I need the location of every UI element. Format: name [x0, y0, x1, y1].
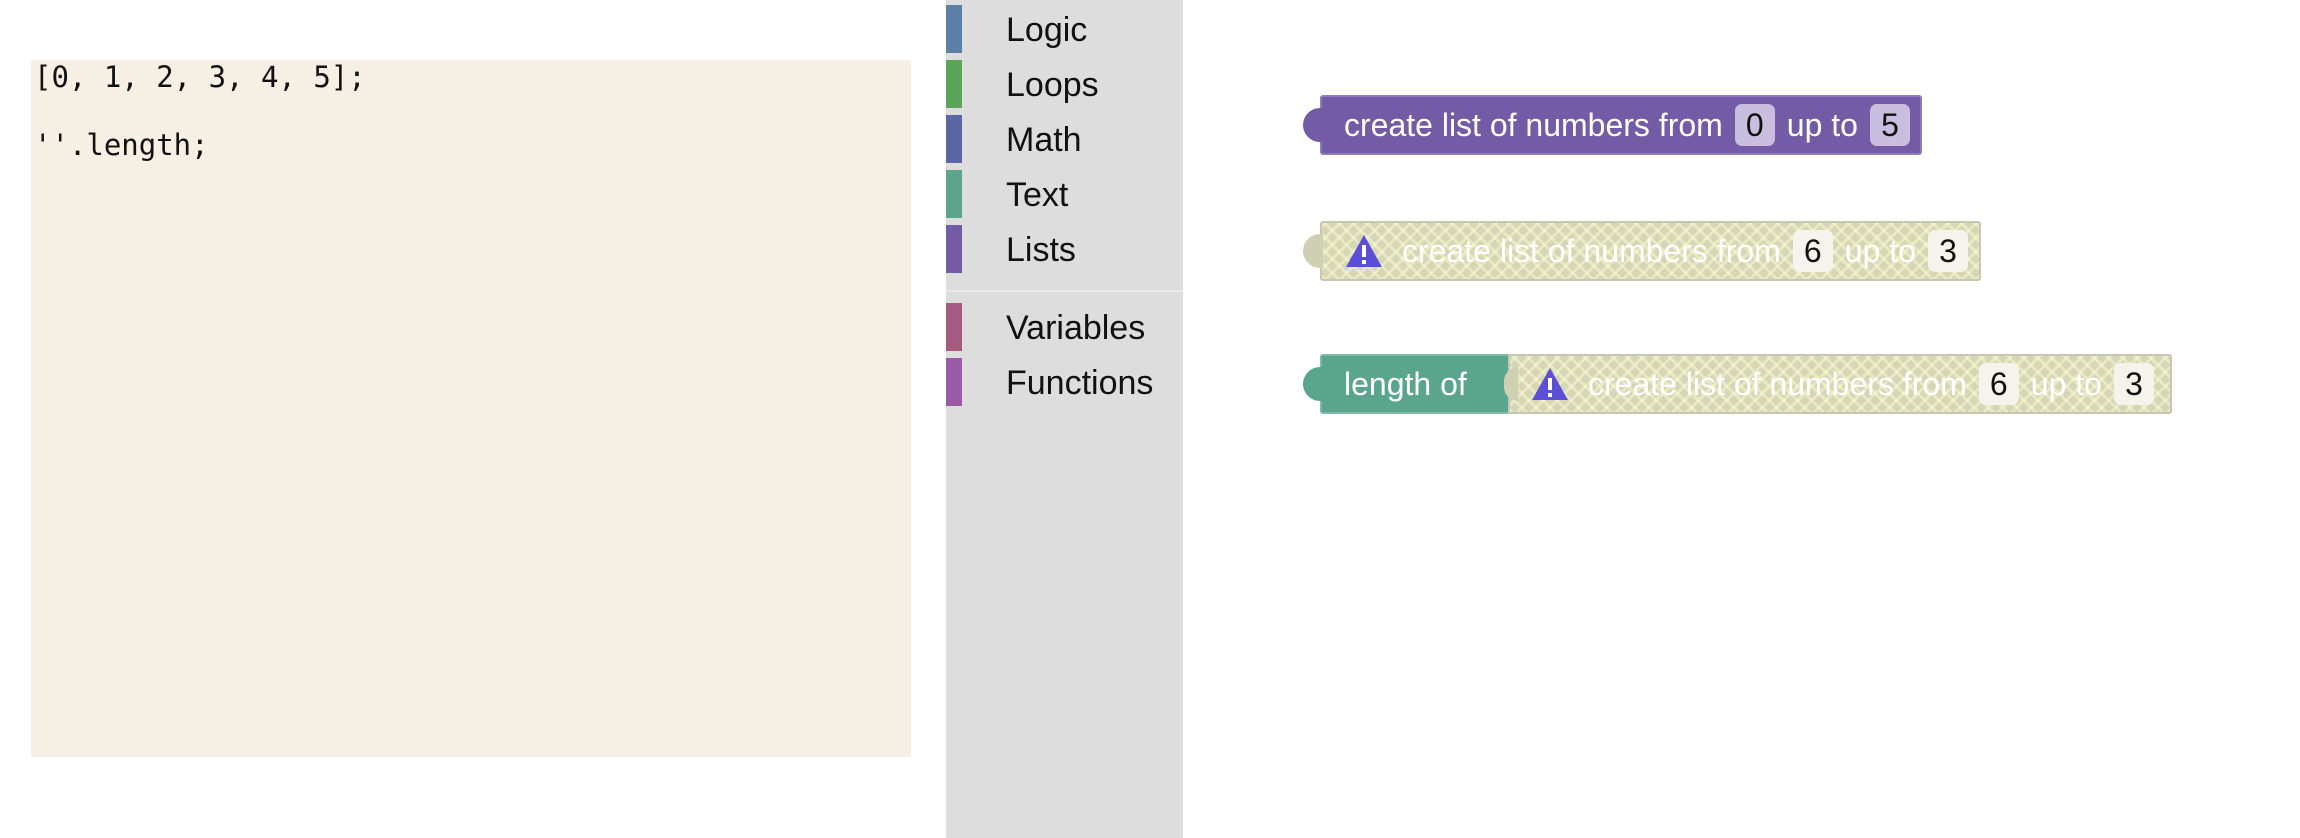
output-connector — [1303, 108, 1323, 142]
from-number-field[interactable]: 6 — [1978, 363, 2019, 405]
warning-icon[interactable] — [1344, 233, 1384, 269]
length-of-block[interactable]: length of create list of numbers from 6 … — [1303, 354, 2172, 414]
category-color-swatch — [946, 358, 962, 406]
toolbox-category-text[interactable]: Text — [946, 170, 1183, 218]
block-text: length of — [1344, 365, 1467, 402]
toolbox-category-functions[interactable]: Functions — [946, 358, 1183, 406]
block-text: up to — [2030, 365, 2102, 402]
category-label: Logic — [1006, 11, 1088, 49]
toolbox-category-loops[interactable]: Loops — [946, 60, 1183, 108]
category-label: Functions — [1006, 364, 1154, 402]
lists-range-block-warning[interactable]: create list of numbers from 6 up to 3 — [1504, 354, 2172, 414]
warning-icon[interactable] — [1530, 366, 1570, 402]
to-number-field[interactable]: 3 — [1927, 230, 1968, 272]
category-label: Math — [1006, 121, 1082, 159]
category-color-swatch — [946, 5, 962, 53]
toolbox-separator — [946, 290, 1183, 292]
from-number-field[interactable]: 0 — [1734, 104, 1775, 146]
block-text: create list of numbers from — [1344, 106, 1723, 143]
category-color-swatch — [946, 60, 962, 108]
category-label: Loops — [1006, 66, 1099, 104]
to-number-field[interactable]: 5 — [1869, 104, 1910, 146]
category-label: Variables — [1006, 309, 1146, 347]
block-text: up to — [1844, 232, 1916, 269]
category-color-swatch — [946, 303, 962, 351]
toolbox-category-logic[interactable]: Logic — [946, 5, 1183, 53]
category-color-swatch — [946, 170, 962, 218]
toolbox-category-variables[interactable]: Variables — [946, 303, 1183, 351]
output-connector — [1303, 367, 1323, 401]
category-label: Text — [1006, 176, 1069, 214]
category-label: Lists — [1006, 231, 1076, 269]
code-output-panel: [0, 1, 2, 3, 4, 5]; ''.length; — [31, 60, 911, 757]
output-connector — [1303, 234, 1323, 268]
code-line: [0, 1, 2, 3, 4, 5]; — [34, 60, 366, 94]
lists-range-block-warning[interactable]: create list of numbers from 6 up to 3 — [1303, 221, 1981, 281]
code-line: ''.length; — [34, 128, 209, 162]
block-text: create list of numbers from — [1402, 232, 1781, 269]
toolbox: Logic Loops Math Text Lists Variables Fu… — [946, 0, 1183, 838]
from-number-field[interactable]: 6 — [1792, 230, 1833, 272]
block-text: up to — [1786, 106, 1858, 143]
to-number-field[interactable]: 3 — [2113, 363, 2154, 405]
toolbox-category-lists[interactable]: Lists — [946, 225, 1183, 273]
category-color-swatch — [946, 115, 962, 163]
input-connector — [1504, 367, 1518, 401]
block-text: create list of numbers from — [1588, 365, 1967, 402]
category-color-swatch — [946, 225, 962, 273]
lists-range-block[interactable]: create list of numbers from 0 up to 5 — [1303, 95, 1922, 155]
toolbox-category-math[interactable]: Math — [946, 115, 1183, 163]
